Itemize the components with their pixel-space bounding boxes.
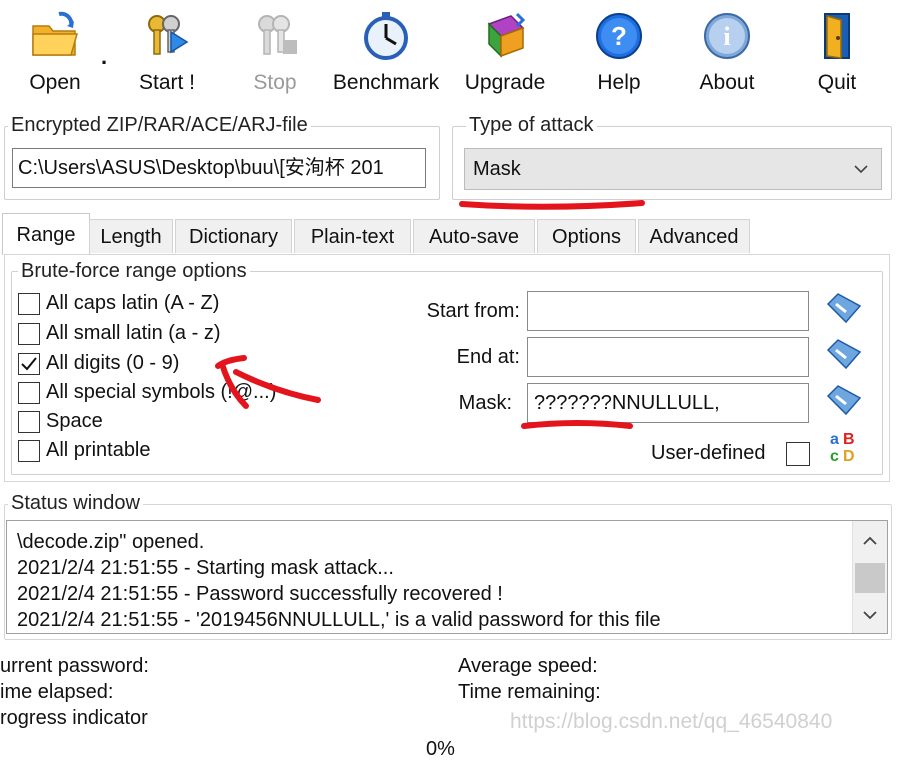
scroll-thumb[interactable] [855, 563, 885, 593]
small-latin-label: All small latin (a - z) [46, 322, 221, 344]
average-speed-label: Average speed: [458, 655, 598, 677]
status-log[interactable]: \decode.zip" opened. 2021/2/4 21:51:55 -… [6, 520, 888, 634]
log-line: 2021/2/4 21:51:55 - Password successfull… [17, 583, 503, 605]
upgrade-label: Upgrade [464, 71, 546, 94]
stopwatch-icon [364, 12, 408, 60]
stop-label: Stop [253, 71, 297, 94]
watermark: https://blog.csdn.net/qq_46540840 [510, 710, 833, 733]
status-window-label: Status window [8, 492, 143, 515]
checkmark-icon [21, 357, 37, 371]
special-symbols-label: All special symbols (!@...) [46, 381, 277, 403]
checkbox-special-symbols[interactable] [18, 382, 40, 404]
open-folder-icon [32, 11, 78, 56]
all-printable-label: All printable [46, 439, 151, 461]
svg-text:a: a [830, 431, 839, 448]
tab-length[interactable]: Length [89, 219, 173, 253]
svg-text:D: D [843, 448, 855, 464]
benchmark-label: Benchmark [332, 71, 440, 94]
quit-button[interactable]: Quit [782, 6, 892, 102]
time-elapsed-label: ime elapsed: [0, 681, 114, 703]
checkbox-all-printable[interactable] [18, 440, 40, 462]
open-dropdown-arrow[interactable]: . [101, 44, 107, 70]
start-from-input[interactable] [527, 291, 809, 331]
open-button[interactable]: Open [0, 6, 110, 102]
file-group-label: Encrypted ZIP/RAR/ACE/ARJ-file [8, 114, 311, 137]
log-line: 2021/2/4 21:51:55 - '2019456NNULLULL,' i… [17, 609, 661, 631]
mask-picker-icon[interactable] [826, 384, 862, 416]
svg-text:i: i [723, 22, 730, 51]
current-password-label: urrent password: [0, 655, 149, 677]
toolbar: Open . Start ! Stop Benchmark Upgrade ? … [0, 0, 900, 104]
keys-start-icon [148, 15, 189, 55]
start-button[interactable]: Start ! [112, 6, 222, 102]
tab-auto-save[interactable]: Auto-save [413, 219, 535, 253]
checkbox-caps-latin[interactable] [18, 293, 40, 315]
file-path-field[interactable]: C:\Users\ASUS\Desktop\buu\[安洵杯 201 [12, 148, 426, 188]
time-remaining-label: Time remaining: [458, 681, 601, 703]
tab-options[interactable]: Options [537, 219, 636, 253]
mask-label: Mask: [458, 392, 512, 414]
end-at-picker-icon[interactable] [826, 338, 862, 370]
user-defined-label: User-defined [651, 442, 766, 464]
svg-text:B: B [843, 431, 855, 448]
end-at-label: End at: [456, 346, 520, 368]
progress-percent: 0% [426, 738, 455, 760]
checkbox-digits[interactable] [18, 353, 40, 375]
mask-input[interactable]: ???????NNULLULL, [527, 383, 809, 423]
log-line: 2021/2/4 21:51:55 - Starting mask attack… [17, 557, 394, 579]
keys-stop-icon [258, 15, 297, 55]
log-line: \decode.zip" opened. [17, 531, 205, 553]
attack-type-value: Mask [473, 158, 521, 180]
checkbox-user-defined[interactable] [786, 442, 810, 466]
about-button[interactable]: i About [672, 6, 782, 102]
upgrade-box-icon [487, 12, 526, 58]
help-label: Help [597, 71, 641, 94]
scroll-down-arrow-icon[interactable] [862, 609, 878, 621]
svg-text:c: c [830, 448, 839, 464]
help-button[interactable]: ? Help [564, 6, 674, 102]
brute-force-group-label: Brute-force range options [18, 260, 250, 283]
status-scrollbar[interactable] [852, 521, 887, 633]
attack-type-select[interactable]: Mask [464, 148, 882, 190]
attack-type-label: Type of attack [466, 114, 597, 137]
benchmark-button[interactable]: Benchmark [328, 6, 444, 102]
tab-advanced[interactable]: Advanced [638, 219, 750, 253]
digits-label: All digits (0 - 9) [46, 352, 180, 374]
upgrade-button[interactable]: Upgrade [450, 6, 560, 102]
end-at-input[interactable] [527, 337, 809, 377]
checkbox-small-latin[interactable] [18, 323, 40, 345]
scroll-up-arrow-icon[interactable] [862, 535, 878, 547]
tab-range[interactable]: Range [2, 213, 90, 255]
help-icon: ? [596, 13, 642, 59]
open-label: Open [29, 71, 81, 94]
exit-door-icon [824, 13, 850, 59]
tab-plain-text[interactable]: Plain-text [294, 219, 411, 253]
svg-text:?: ? [611, 21, 627, 51]
caps-latin-label: All caps latin (A - Z) [46, 292, 220, 314]
start-label: Start ! [138, 71, 196, 94]
chevron-down-icon [854, 165, 868, 174]
quit-label: Quit [817, 71, 857, 94]
stop-button[interactable]: Stop [220, 6, 330, 102]
checkbox-space[interactable] [18, 411, 40, 433]
charset-abcd-icon[interactable]: a B c D [828, 428, 862, 464]
space-label: Space [46, 410, 103, 432]
about-label: About [699, 71, 755, 94]
start-from-label: Start from: [426, 300, 520, 322]
start-from-picker-icon[interactable] [826, 292, 862, 324]
info-icon: i [704, 13, 750, 59]
progress-indicator-label: rogress indicator [0, 707, 148, 729]
tab-dictionary[interactable]: Dictionary [175, 219, 292, 253]
